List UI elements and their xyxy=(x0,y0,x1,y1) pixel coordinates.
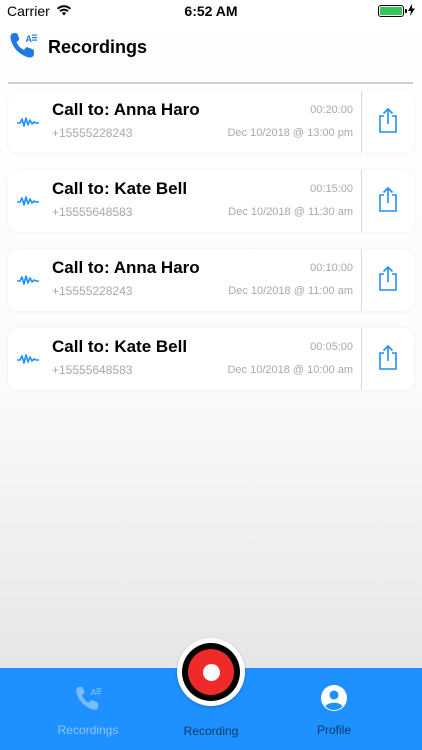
timestamp: Dec 10/2018 @ 13:00 pm xyxy=(227,127,353,139)
duration: 00:05:00 xyxy=(310,341,353,353)
svg-text:A: A xyxy=(90,687,96,697)
duration: 00:10:00 xyxy=(310,262,353,274)
record-icon xyxy=(182,643,240,701)
tab-recordings-label: Recordings xyxy=(57,723,119,737)
duration: 00:15:00 xyxy=(310,183,353,195)
tab-profile[interactable]: Profile xyxy=(304,684,364,737)
recordings-list: Call to: Anna Haro 00:20:00 +15555228243… xyxy=(8,91,414,407)
status-left: Carrier xyxy=(7,3,72,19)
audio-wave-icon xyxy=(8,328,48,390)
recording-card[interactable]: Call to: Anna Haro 00:10:00 +15555228243… xyxy=(8,249,414,311)
tab-recordings[interactable]: A Recordings xyxy=(52,684,124,737)
share-button[interactable] xyxy=(362,328,414,390)
page-header: A Recordings xyxy=(8,30,147,65)
share-button[interactable] xyxy=(362,91,414,153)
tab-recording-label: Recording xyxy=(183,724,239,738)
svg-text:A: A xyxy=(26,34,33,44)
share-icon xyxy=(378,186,398,217)
timestamp: Dec 10/2018 @ 10:00 am xyxy=(227,364,353,376)
contact-name: Call to: Kate Bell xyxy=(52,337,188,356)
tab-recording[interactable]: Recording xyxy=(176,724,246,738)
audio-wave-icon xyxy=(8,91,48,153)
wifi-icon xyxy=(56,3,72,19)
share-icon xyxy=(378,265,398,296)
phone-transcript-icon: A xyxy=(73,684,103,717)
contact-name: Call to: Kate Bell xyxy=(52,179,188,198)
recording-card[interactable]: Call to: Kate Bell 00:05:00 +15555648583… xyxy=(8,328,414,390)
status-right xyxy=(378,3,415,19)
record-button[interactable] xyxy=(177,638,245,706)
status-bar: Carrier 6:52 AM xyxy=(0,0,422,22)
timestamp: Dec 10/2018 @ 11:30 am xyxy=(228,206,353,218)
share-button[interactable] xyxy=(362,170,414,232)
contact-name: Call to: Anna Haro xyxy=(52,258,200,277)
audio-wave-icon xyxy=(8,249,48,311)
phone-transcript-icon: A xyxy=(8,30,38,65)
profile-icon xyxy=(320,684,348,717)
recording-card[interactable]: Call to: Kate Bell 00:15:00 +15555648583… xyxy=(8,170,414,232)
duration: 00:20:00 xyxy=(310,104,353,116)
recording-card[interactable]: Call to: Anna Haro 00:20:00 +15555228243… xyxy=(8,91,414,153)
timestamp: Dec 10/2018 @ 11:00 am xyxy=(228,285,353,297)
audio-wave-icon xyxy=(8,170,48,232)
tab-profile-label: Profile xyxy=(316,723,351,737)
share-button[interactable] xyxy=(362,249,414,311)
phone-number: +15555228243 xyxy=(52,126,133,140)
share-icon xyxy=(378,107,398,138)
phone-number: +15555648583 xyxy=(52,205,133,219)
phone-number: +15555228243 xyxy=(52,284,133,298)
contact-name: Call to: Anna Haro xyxy=(52,100,200,119)
carrier-label: Carrier xyxy=(7,3,50,19)
battery-icon xyxy=(378,5,407,17)
share-icon xyxy=(378,344,398,375)
phone-number: +15555648583 xyxy=(52,363,133,377)
charging-bolt-icon xyxy=(408,3,415,19)
page-title: Recordings xyxy=(48,37,148,57)
header-divider xyxy=(8,82,413,84)
